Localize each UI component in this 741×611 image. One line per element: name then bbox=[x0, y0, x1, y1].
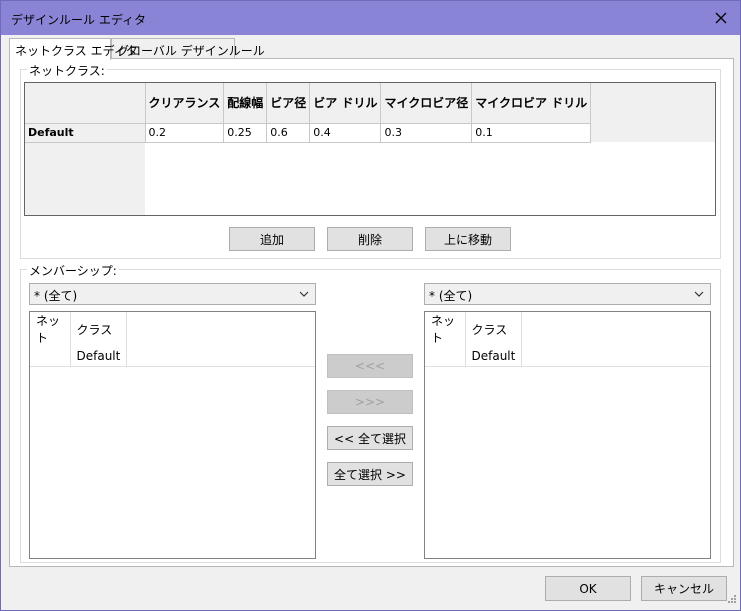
grid-empty-area bbox=[145, 142, 715, 215]
right-filter-select[interactable]: * (全て) bbox=[424, 283, 711, 305]
tab-label: グローバル デザインルール bbox=[117, 44, 265, 58]
window-title: デザインルール エディタ bbox=[11, 13, 146, 27]
tab-netclass-editor[interactable]: ネットクラス エディタ bbox=[9, 38, 138, 60]
cell-via-drill[interactable]: 0.4 bbox=[309, 123, 382, 143]
cell-microvia-diameter[interactable]: 0.3 bbox=[380, 123, 473, 143]
column-header-empty bbox=[127, 312, 315, 346]
column-header-class[interactable]: クラス bbox=[465, 312, 523, 346]
title-bar[interactable]: デザインルール エディタ bbox=[1, 1, 740, 35]
ok-button[interactable]: OK bbox=[545, 576, 631, 601]
list-item[interactable]: Default bbox=[30, 346, 315, 367]
cell-via-diameter[interactable]: 0.6 bbox=[266, 123, 311, 143]
netclass-table: クリアランス 配線幅 ビア径 ビア ドリル マイクロビア径 マイクロビア ドリル… bbox=[25, 83, 592, 143]
right-filter-value: * (全て) bbox=[429, 289, 473, 303]
left-filter-select[interactable]: * (全て) bbox=[29, 283, 316, 305]
cell-track-width[interactable]: 0.25 bbox=[223, 123, 268, 143]
tab-label: ネットクラス エディタ bbox=[15, 44, 138, 58]
right-net-table: ネット クラス Default bbox=[425, 312, 710, 367]
delete-button[interactable]: 削除 bbox=[327, 227, 413, 251]
move-right-button[interactable]: >>> bbox=[327, 390, 413, 414]
column-header-net[interactable]: ネット bbox=[30, 312, 71, 346]
list-cell-class: Default bbox=[70, 346, 128, 367]
dialog-window: デザインルール エディタ ネットクラス エディタ グローバル デザインルール ネ… bbox=[0, 0, 741, 611]
column-header[interactable]: マイクロビア ドリル bbox=[471, 83, 592, 124]
close-icon[interactable] bbox=[708, 5, 734, 31]
column-header[interactable]: ビア径 bbox=[266, 83, 311, 124]
left-net-list[interactable]: ネット クラス Default bbox=[29, 311, 316, 559]
move-left-button[interactable]: <<< bbox=[327, 354, 413, 378]
left-net-table: ネット クラス Default bbox=[30, 312, 315, 367]
column-header-class[interactable]: クラス bbox=[70, 312, 128, 346]
select-all-left-button[interactable]: << 全て選択 bbox=[327, 426, 413, 450]
column-header[interactable]: ビア ドリル bbox=[309, 83, 382, 124]
row-header-default[interactable]: Default bbox=[25, 123, 146, 143]
column-header-net[interactable]: ネット bbox=[425, 312, 466, 346]
chevron-down-icon bbox=[299, 288, 309, 302]
netclass-group-label: ネットクラス: bbox=[27, 62, 107, 79]
list-header-row: ネット クラス bbox=[30, 312, 315, 346]
membership-group-label: メンバーシップ: bbox=[27, 262, 119, 279]
table-row: Default 0.2 0.25 0.6 0.4 0.3 0.1 bbox=[25, 123, 592, 143]
move-up-button[interactable]: 上に移動 bbox=[425, 227, 511, 251]
column-header[interactable]: マイクロビア径 bbox=[380, 83, 473, 124]
netclass-grid[interactable]: クリアランス 配線幅 ビア径 ビア ドリル マイクロビア径 マイクロビア ドリル… bbox=[24, 82, 716, 216]
right-net-list[interactable]: ネット クラス Default bbox=[424, 311, 711, 559]
list-cell-net bbox=[425, 346, 466, 367]
list-item[interactable]: Default bbox=[425, 346, 710, 367]
list-cell-class: Default bbox=[465, 346, 523, 367]
chevron-down-icon bbox=[694, 288, 704, 302]
column-header[interactable]: クリアランス bbox=[145, 83, 225, 124]
select-all-right-button[interactable]: 全て選択 >> bbox=[327, 462, 413, 486]
list-cell-net bbox=[30, 346, 71, 367]
left-filter-value: * (全て) bbox=[34, 289, 78, 303]
grid-header-row: クリアランス 配線幅 ビア径 ビア ドリル マイクロビア径 マイクロビア ドリル bbox=[25, 83, 592, 124]
cancel-button[interactable]: キャンセル bbox=[641, 576, 727, 601]
list-header-row: ネット クラス bbox=[425, 312, 710, 346]
grid-corner-cell bbox=[25, 83, 146, 124]
column-header-empty bbox=[522, 312, 710, 346]
add-button[interactable]: 追加 bbox=[229, 227, 315, 251]
cell-microvia-drill[interactable]: 0.1 bbox=[471, 123, 592, 143]
resize-grip-icon[interactable] bbox=[727, 593, 737, 607]
list-cell-empty bbox=[126, 346, 315, 367]
column-header[interactable]: 配線幅 bbox=[223, 83, 268, 124]
cell-clearance[interactable]: 0.2 bbox=[145, 123, 225, 143]
list-cell-empty bbox=[521, 346, 710, 367]
